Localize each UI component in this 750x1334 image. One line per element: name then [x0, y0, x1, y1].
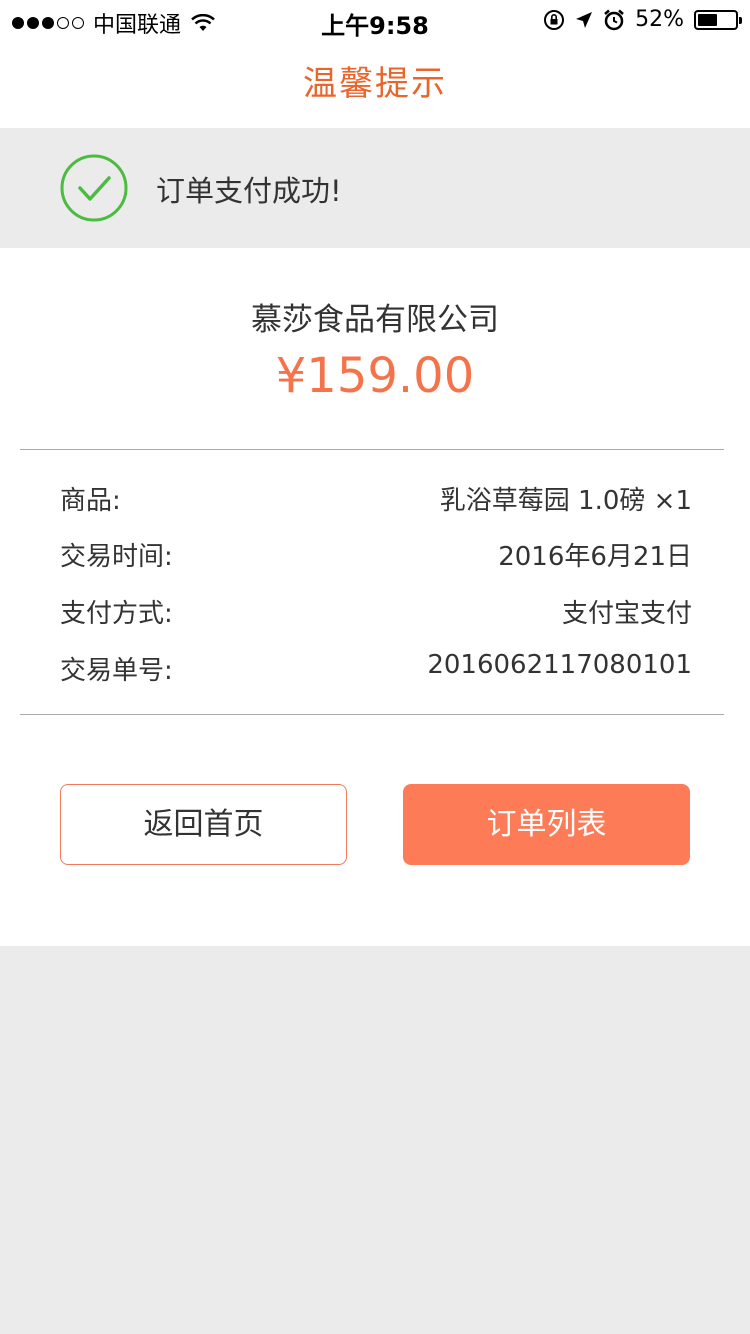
detail-value: 2016062117080101 — [427, 650, 692, 680]
detail-value: 支付宝支付 — [561, 599, 692, 629]
detail-row-product: 商品: 乳浴草莓园 1.0磅 ×1 — [60, 480, 692, 520]
detail-label: 交易时间: — [60, 542, 173, 572]
location-icon — [576, 11, 593, 28]
detail-value: 乳浴草莓园 1.0磅 ×1 — [439, 486, 692, 516]
payment-amount: ¥159.00 — [275, 348, 475, 404]
nav-bar: 温馨提示 — [0, 40, 750, 128]
check-circle-icon — [60, 154, 128, 222]
detail-row-order-number: 交易单号: 2016062117080101 — [60, 650, 692, 690]
detail-value: 2016年6月21日 — [498, 542, 692, 572]
success-message: 订单支付成功! — [156, 174, 342, 208]
divider — [20, 449, 724, 450]
battery-fill — [698, 13, 717, 26]
return-home-button[interactable]: 返回首页 — [60, 784, 347, 865]
order-list-button[interactable]: 订单列表 — [403, 784, 690, 865]
payment-details-card: 慕莎食品有限公司 ¥159.00 商品: 乳浴草莓园 1.0磅 ×1 交易时间:… — [0, 248, 750, 946]
detail-row-method: 支付方式: 支付宝支付 — [60, 593, 692, 633]
detail-label: 商品: — [60, 486, 121, 516]
page-title: 温馨提示 — [303, 64, 447, 104]
merchant-name: 慕莎食品有限公司 — [251, 302, 499, 338]
detail-label: 交易单号: — [60, 656, 173, 686]
detail-label: 支付方式: — [60, 599, 173, 629]
success-banner: 订单支付成功! — [0, 128, 750, 248]
battery-icon — [694, 9, 742, 30]
divider — [20, 714, 724, 715]
detail-row-time: 交易时间: 2016年6月21日 — [60, 536, 692, 576]
